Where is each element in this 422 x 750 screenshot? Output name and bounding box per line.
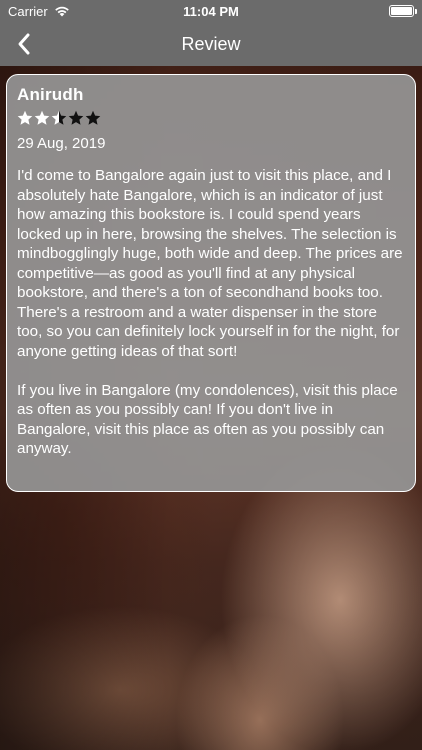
review-date: 29 Aug, 2019 bbox=[17, 135, 106, 152]
star-icon bbox=[51, 110, 67, 125]
star-icon bbox=[17, 110, 33, 125]
star-rating bbox=[17, 109, 405, 127]
review-card: Anirudh 29 Aug, 2019 I'd come to Bangalo… bbox=[6, 74, 416, 492]
battery-level bbox=[391, 7, 412, 15]
review-author: Anirudh bbox=[17, 85, 84, 104]
navigation-bar: Review bbox=[0, 22, 422, 66]
status-bar: Carrier 11:04 PM bbox=[0, 0, 422, 22]
battery-icon bbox=[389, 5, 417, 17]
review-paragraph: If you live in Bangalore (my condolences… bbox=[17, 381, 398, 458]
chevron-left-icon bbox=[18, 33, 30, 55]
page-title: Review bbox=[181, 33, 241, 54]
back-button[interactable] bbox=[8, 28, 40, 60]
review-paragraph: I'd come to Bangalore again just to visi… bbox=[17, 167, 403, 360]
star-icon bbox=[68, 110, 84, 125]
clock: 11:04 PM bbox=[183, 3, 239, 19]
star-icon bbox=[34, 110, 50, 125]
review-body: I'd come to Bangalore again just to visi… bbox=[17, 166, 405, 459]
star-icon bbox=[85, 110, 101, 125]
